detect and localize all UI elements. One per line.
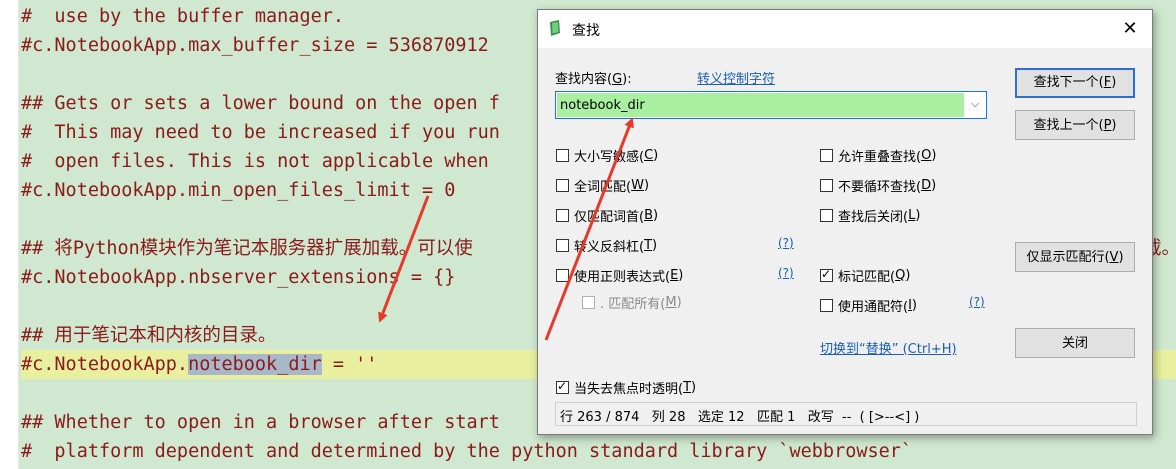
dialog-titlebar[interactable]: 查找 ✕ (538, 10, 1152, 48)
word-start-checkbox[interactable]: 仅匹配词首(B) (556, 206, 658, 225)
dialog-statusbar: 行 263 / 874 列 28 选定 12 匹配 1 改写 -- ( [>--… (555, 402, 1137, 426)
checkbox-box[interactable] (820, 209, 833, 222)
allow-overlap-checkbox[interactable]: 允许重叠查找(O) (820, 146, 936, 165)
case-sensitive-checkbox[interactable]: 大小写敏感(C) (556, 146, 658, 165)
app-icon (550, 20, 560, 36)
find-label: 查找内容(G): (555, 72, 632, 87)
find-dialog: 查找 ✕ 查找内容(G): 转义控制字符 ⌵ 大小写敏感(C) 全词匹配(W) … (537, 9, 1153, 435)
find-previous-button[interactable]: 查找上一个(P) (1015, 110, 1135, 140)
help-link-wildcard[interactable]: (?) (969, 295, 985, 309)
close-icon[interactable]: ✕ (1108, 10, 1152, 48)
checkbox-box[interactable] (556, 379, 569, 394)
transparent-on-blur-checkbox[interactable]: 当失去焦点时透明(T) (556, 378, 696, 397)
checkbox-box[interactable] (820, 267, 833, 282)
checkbox-box[interactable] (556, 149, 569, 162)
status-text: 行 263 / 874 列 28 选定 12 匹配 1 改写 -- ( [>--… (560, 410, 920, 425)
editor-gutter (0, 0, 19, 469)
checkbox-box[interactable] (820, 149, 833, 162)
checkbox-box[interactable] (556, 239, 569, 252)
dialog-title: 查找 (572, 23, 600, 39)
whole-word-checkbox[interactable]: 全词匹配(W) (556, 176, 649, 195)
checkbox-box[interactable] (556, 269, 569, 282)
close-after-find-checkbox[interactable]: 查找后关闭(L) (820, 206, 920, 225)
no-wrap-checkbox[interactable]: 不要循环查找(D) (820, 176, 936, 195)
checkbox-box[interactable] (820, 299, 833, 312)
code-line: # platform dependent and determined by t… (21, 441, 913, 462)
regex-checkbox[interactable]: 使用正则表达式(E) (556, 266, 683, 285)
mark-matches-checkbox[interactable]: 标记匹配(Q) (820, 266, 910, 285)
wildcard-checkbox[interactable]: 使用通配符(I) (820, 296, 917, 315)
chevron-down-icon[interactable]: ⌵ (964, 92, 986, 118)
code-text: = '' (321, 354, 378, 375)
find-next-button[interactable]: 查找下一个(F) (1015, 68, 1135, 98)
code-text: #c.NotebookApp. (21, 354, 189, 375)
show-matching-lines-button[interactable]: 仅显示匹配行(V) (1015, 242, 1135, 272)
escape-chars-link[interactable]: 转义控制字符 (697, 68, 775, 87)
checkbox-box[interactable] (820, 179, 833, 192)
match-all-checkbox: . 匹配所有(M) (582, 293, 682, 312)
search-match-selection: notebook_dir (188, 354, 322, 375)
checkbox-box[interactable] (556, 209, 569, 222)
help-link-regex[interactable]: (?) (778, 266, 794, 280)
switch-to-replace-link[interactable]: 切换到“替换” (Ctrl+H) (820, 338, 957, 357)
close-button[interactable]: 关闭 (1015, 328, 1135, 358)
find-combobox[interactable]: ⌵ (555, 91, 987, 119)
escape-backslash-checkbox[interactable]: 转义反斜杠(T) (556, 236, 657, 255)
help-link-escape[interactable]: (?) (778, 236, 794, 250)
checkbox-box[interactable] (556, 179, 569, 192)
find-input[interactable] (557, 93, 969, 117)
checkbox-box (582, 296, 595, 309)
